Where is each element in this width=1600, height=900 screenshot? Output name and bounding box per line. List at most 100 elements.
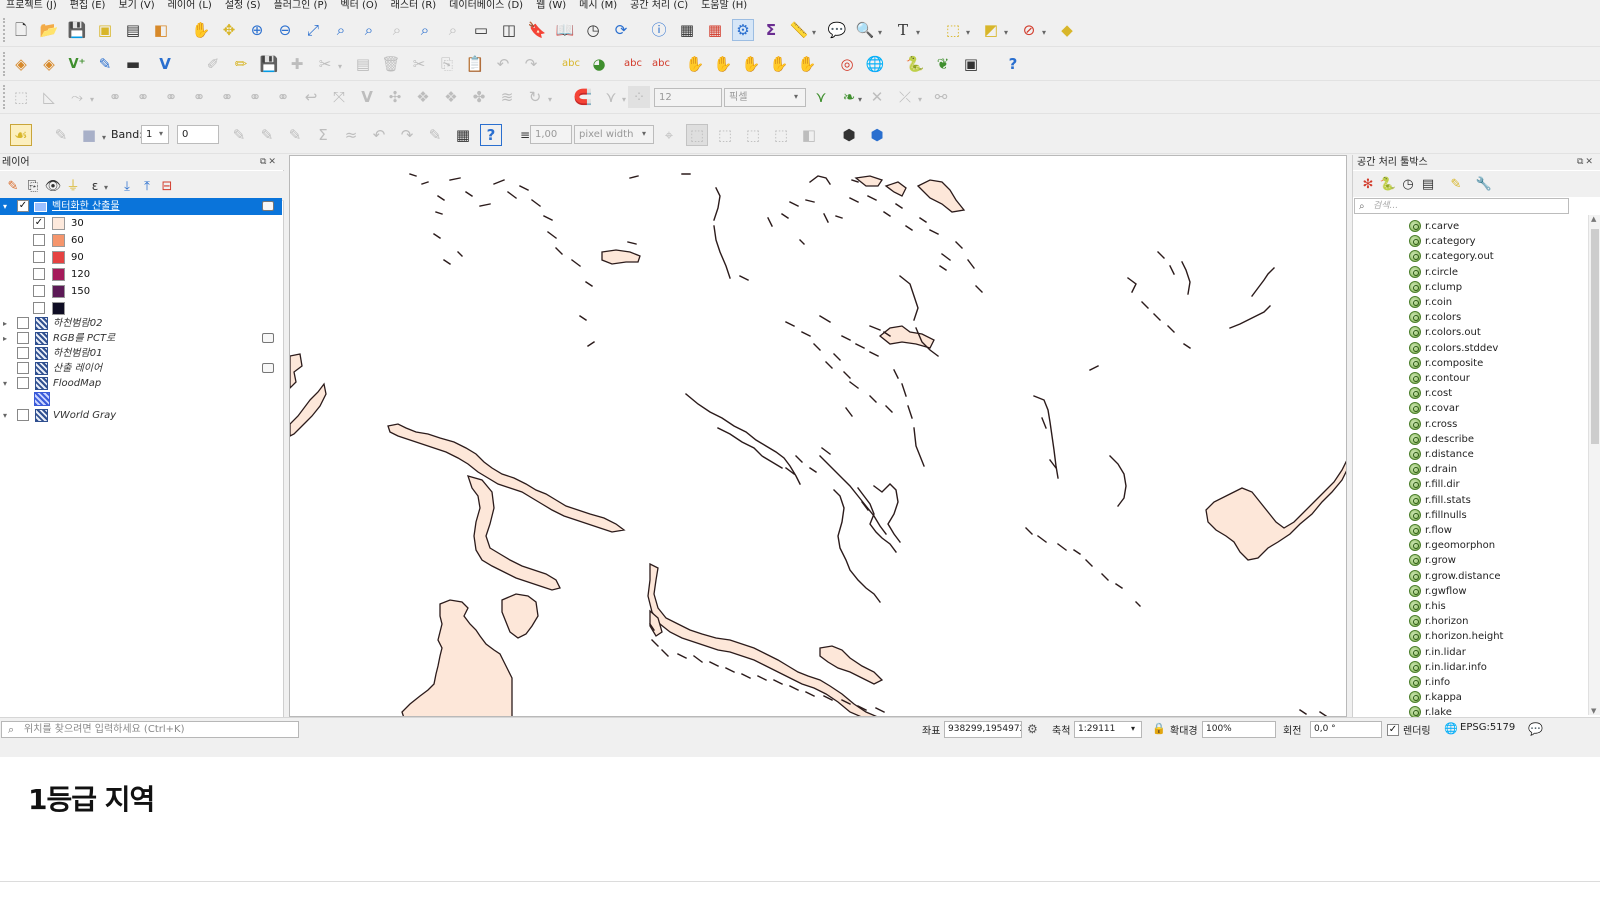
reshape-icon[interactable]: ⚭ — [244, 86, 266, 108]
raster-tool-icon[interactable]: ✎ — [424, 124, 446, 146]
scroll-down-icon[interactable]: ▼ — [1591, 707, 1596, 715]
select-by-value-dropdown-icon[interactable]: ▾ — [1004, 28, 1008, 37]
legend-item[interactable]: ✓ 30 — [0, 215, 282, 232]
filter-legend-icon[interactable]: ⏚ — [62, 175, 84, 197]
snap-dropdown-icon[interactable]: ▾ — [622, 95, 626, 104]
save-edits-icon[interactable]: 💾 — [258, 53, 280, 75]
layer-indicator-icon[interactable] — [262, 201, 274, 211]
topological-editing-icon[interactable]: ⋎ — [810, 86, 832, 108]
tracing-dropdown-icon[interactable]: ▾ — [918, 95, 922, 104]
raster-help-icon[interactable]: ? — [480, 124, 502, 146]
layers-3d-icon[interactable]: ⬢ — [838, 124, 860, 146]
map-tips-icon[interactable]: 💬 — [826, 19, 848, 41]
zoom-to-selection-icon[interactable]: ⌕ — [330, 19, 352, 41]
add-spatialite-layer-icon[interactable]: ✎ — [94, 53, 116, 75]
add-feature-icon[interactable]: ✚ — [286, 53, 308, 75]
layers-3d-blue-icon[interactable]: ⬢ — [866, 124, 888, 146]
magnifier-field[interactable]: 100% — [1202, 721, 1276, 738]
add-virtual-layer-icon[interactable]: V — [154, 53, 176, 75]
measure-line-icon[interactable]: 📏 — [788, 19, 810, 41]
new-map-view-icon[interactable]: ▭ — [470, 19, 492, 41]
measure-dropdown-icon[interactable]: ▾ — [812, 28, 816, 37]
color-swatch-icon[interactable]: ■ — [78, 124, 100, 146]
legend-item[interactable]: 150 — [0, 283, 282, 300]
zoom-to-layer-icon[interactable]: ⌕ — [358, 19, 380, 41]
legend-checkbox[interactable]: ✓ — [33, 217, 45, 229]
raster-calc-icon[interactable]: ▦ — [452, 124, 474, 146]
shape-tool-5-icon[interactable]: ◧ — [798, 124, 820, 146]
legend-checkbox[interactable] — [33, 234, 45, 246]
color-dropdown-icon[interactable]: ▾ — [102, 133, 106, 142]
scroll-up-icon[interactable]: ▲ — [1591, 215, 1596, 223]
select-features-dropdown-icon[interactable]: ▾ — [966, 28, 970, 37]
avoid-overlap-icon[interactable]: ⚯ — [930, 86, 952, 108]
copy-features-icon[interactable]: ⎘ — [436, 53, 458, 75]
paste-features-icon[interactable]: 📋 — [464, 53, 486, 75]
self-snap-dropdown-icon[interactable]: ▾ — [858, 95, 862, 104]
save-project-icon[interactable]: 💾 — [66, 19, 88, 41]
locator-search-input[interactable]: ⌕ 위치를 찾으려면 입력하세요 (Ctrl+K) — [1, 721, 299, 738]
layer-row-vectorized-output[interactable]: ▾ ✓ 벡터화한 산출물 — [0, 198, 282, 215]
menu-plugins[interactable]: 플러그인 (P) — [274, 0, 328, 12]
scrollbar-thumb[interactable] — [1591, 229, 1599, 444]
panel-float-close-icon[interactable]: ⧉✕ — [1577, 157, 1595, 167]
shape-tool-2-icon[interactable]: ⬚ — [714, 124, 736, 146]
layer-indicator-icon[interactable] — [262, 333, 274, 343]
vertex-tool-icon[interactable]: ✂ — [314, 53, 336, 75]
crs-globe-icon[interactable]: 🌐 — [1444, 722, 1458, 735]
reverse-line-icon[interactable]: ↩ — [300, 86, 322, 108]
legend-item[interactable]: 60 — [0, 232, 282, 249]
self-snapping-icon[interactable]: ❧ — [838, 86, 860, 108]
fill-ring-icon[interactable]: ⚭ — [160, 86, 182, 108]
crs-label[interactable]: EPSG:5179 — [1460, 722, 1515, 733]
split-features-icon[interactable]: V — [356, 86, 378, 108]
add-part-icon[interactable]: ⚭ — [132, 86, 154, 108]
remove-layer-icon[interactable]: ⊟ — [156, 175, 178, 197]
zoom-out-icon[interactable]: ⊖ — [274, 19, 296, 41]
current-edits-icon[interactable]: ✐ — [202, 53, 224, 75]
raster-brush-icon[interactable]: ✎ — [284, 124, 306, 146]
menu-web[interactable]: 웹 (W) — [536, 0, 566, 12]
history-icon[interactable]: ◷ — [1397, 173, 1419, 195]
select-by-radius-icon[interactable]: ⬚ — [10, 86, 32, 108]
zoom-last-icon[interactable]: ⌕ — [414, 19, 436, 41]
legend-checkbox[interactable] — [33, 285, 45, 297]
new-temporary-layer-icon[interactable]: ▬ — [122, 53, 144, 75]
new-3d-map-view-icon[interactable]: ◫ — [498, 19, 520, 41]
legend-item[interactable]: 120 — [0, 266, 282, 283]
collapse-all-icon[interactable]: ⤒ — [136, 175, 158, 197]
layer-visibility-checkbox[interactable] — [17, 332, 29, 344]
menu-mesh[interactable]: 메시 (M) — [579, 0, 617, 12]
menu-help[interactable]: 도움말 (H) — [701, 0, 747, 12]
layer-visibility-checkbox[interactable] — [17, 347, 29, 359]
split-parts-icon[interactable]: ✣ — [384, 86, 406, 108]
rotate-dropdown-icon[interactable]: ▾ — [548, 95, 552, 104]
merge-features-icon[interactable]: ❖ — [412, 86, 434, 108]
select-dropdown-icon[interactable]: ▾ — [878, 28, 882, 37]
snap-intersection-icon[interactable]: ✕ — [866, 86, 888, 108]
field-calculator-icon[interactable]: ▦ — [704, 19, 726, 41]
raster-pick-icon[interactable]: ✎ — [50, 124, 72, 146]
add-group-icon[interactable]: ⎘ — [22, 175, 44, 197]
render-checkbox[interactable]: ✓ — [1387, 724, 1399, 736]
rotation-field[interactable]: 0,0 ° — [1310, 721, 1382, 738]
plugin-globe-icon[interactable]: 🌐 — [864, 53, 886, 75]
filter-by-expression-icon[interactable]: ε — [84, 175, 106, 197]
select-shape-icon[interactable]: ⬚ — [686, 124, 708, 146]
snapping-magnet-icon[interactable]: 🧲 — [572, 86, 594, 108]
band-value-input[interactable]: 0 — [177, 125, 219, 144]
show-hide-labels-icon[interactable]: abc — [650, 53, 672, 75]
width-unit-dropdown-icon[interactable]: ▾ — [642, 129, 646, 138]
change-label-icon[interactable]: ✋ — [740, 53, 762, 75]
redo-icon[interactable]: ↷ — [520, 53, 542, 75]
deselect-dropdown-icon[interactable]: ▾ — [1042, 28, 1046, 37]
zoom-in-icon[interactable]: ⊕ — [246, 19, 268, 41]
delete-part-icon[interactable]: ⚭ — [216, 86, 238, 108]
menu-database[interactable]: 데이터베이스 (D) — [449, 0, 523, 12]
vertex-dropdown-icon[interactable]: ▾ — [338, 62, 342, 71]
menu-edit[interactable]: 편집 (E) — [70, 0, 106, 12]
curve-dropdown-icon[interactable]: ▾ — [90, 95, 94, 104]
select-by-expression-icon[interactable]: ◆ — [1056, 19, 1078, 41]
coordinate-field[interactable]: 938299,1954972 — [944, 721, 1022, 738]
layer-row-vworld-gray[interactable]: ▾ VWorld Gray — [0, 407, 282, 424]
